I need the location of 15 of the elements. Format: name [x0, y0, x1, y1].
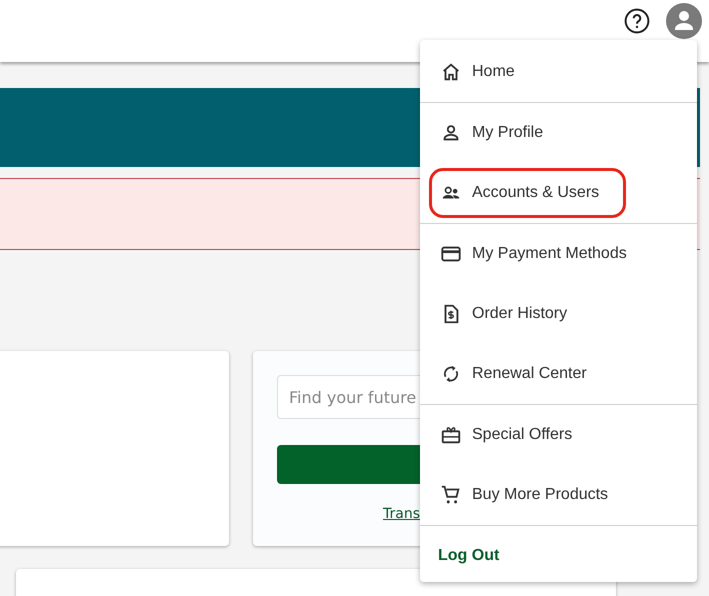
menu-item[interactable]: Home: [420, 42, 697, 102]
avatar-icon[interactable]: [666, 3, 702, 39]
menu-item[interactable]: Renewal Center: [420, 344, 697, 404]
menu-item[interactable]: Accounts & Users: [420, 163, 697, 223]
menu-item[interactable]: My Payment Methods: [420, 224, 697, 284]
gift-icon: [440, 424, 462, 446]
transfer-link[interactable]: Trans: [383, 506, 420, 522]
help-icon[interactable]: [624, 8, 650, 34]
menu-item[interactable]: Log Out: [420, 526, 697, 586]
menu-item[interactable]: Order History: [420, 284, 697, 344]
menu-item[interactable]: Buy More Products: [420, 465, 697, 525]
menu-item[interactable]: My Profile: [420, 103, 697, 163]
menu-item[interactable]: Special Offers: [420, 405, 697, 465]
cart-icon: [440, 484, 462, 506]
home-icon: [440, 61, 462, 83]
